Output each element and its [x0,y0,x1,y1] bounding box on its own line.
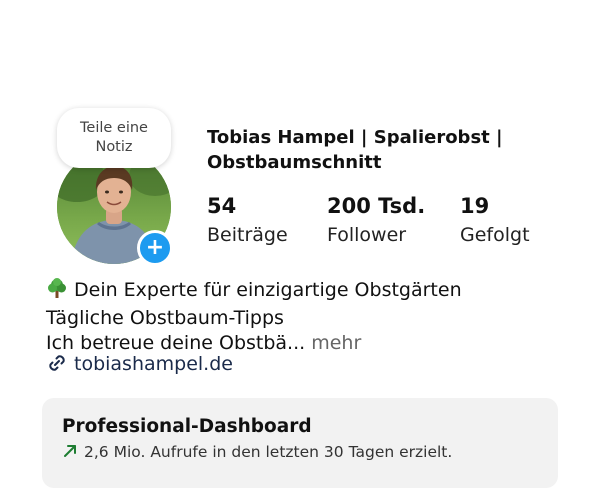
add-story-button[interactable]: + [137,230,173,266]
note-bubble[interactable]: Teile eine Notiz [57,108,171,168]
profile-screen: { "note": { "line1": "Teile eine", "line… [0,0,600,488]
note-text-line2: Notiz [95,139,133,155]
profile-name-line2: Obstbaumschnitt [207,152,382,173]
bio-line-1: Dein Experte für einzigartige Obstgärten [46,277,462,306]
stat-followers[interactable]: 200 Tsd. Follower [327,192,425,250]
bio-more-link[interactable]: mehr [311,332,361,354]
profile-name-line1: Tobias Hampel | Spalierobst | [207,127,503,148]
following-label: Gefolgt [460,224,530,246]
website-url: tobiashampel.de [74,353,233,375]
bio-text-1: Dein Experte für einzigartige Obstgärten [74,279,462,301]
profile-name: Tobias Hampel | Spalierobst | Obstbaumsc… [207,125,537,175]
followers-count: 200 Tsd. [327,194,426,218]
stat-following[interactable]: 19 Gefolgt [460,192,530,250]
bio-line-2: Tägliche Obstbaum-Tipps [46,307,284,329]
note-text-line1: Teile eine [80,120,148,136]
link-icon [46,352,68,381]
profile-bio: Dein Experte für einzigartige Obstgärten… [46,277,462,356]
stat-posts[interactable]: 54 Beiträge [207,192,288,250]
posts-label: Beiträge [207,224,288,246]
posts-count: 54 [207,194,237,218]
following-count: 19 [460,194,490,218]
dashboard-stat: 2,6 Mio. Aufrufe in den letzten 30 Tagen… [62,441,452,465]
website-link[interactable]: tobiashampel.de [46,351,233,381]
arrow-up-right-icon [62,443,78,465]
plus-icon: + [145,235,165,260]
dashboard-stat-text: 2,6 Mio. Aufrufe in den letzten 30 Tagen… [84,443,453,461]
dashboard-title: Professional-Dashboard [62,416,312,437]
followers-label: Follower [327,224,407,246]
tree-icon [46,277,68,306]
